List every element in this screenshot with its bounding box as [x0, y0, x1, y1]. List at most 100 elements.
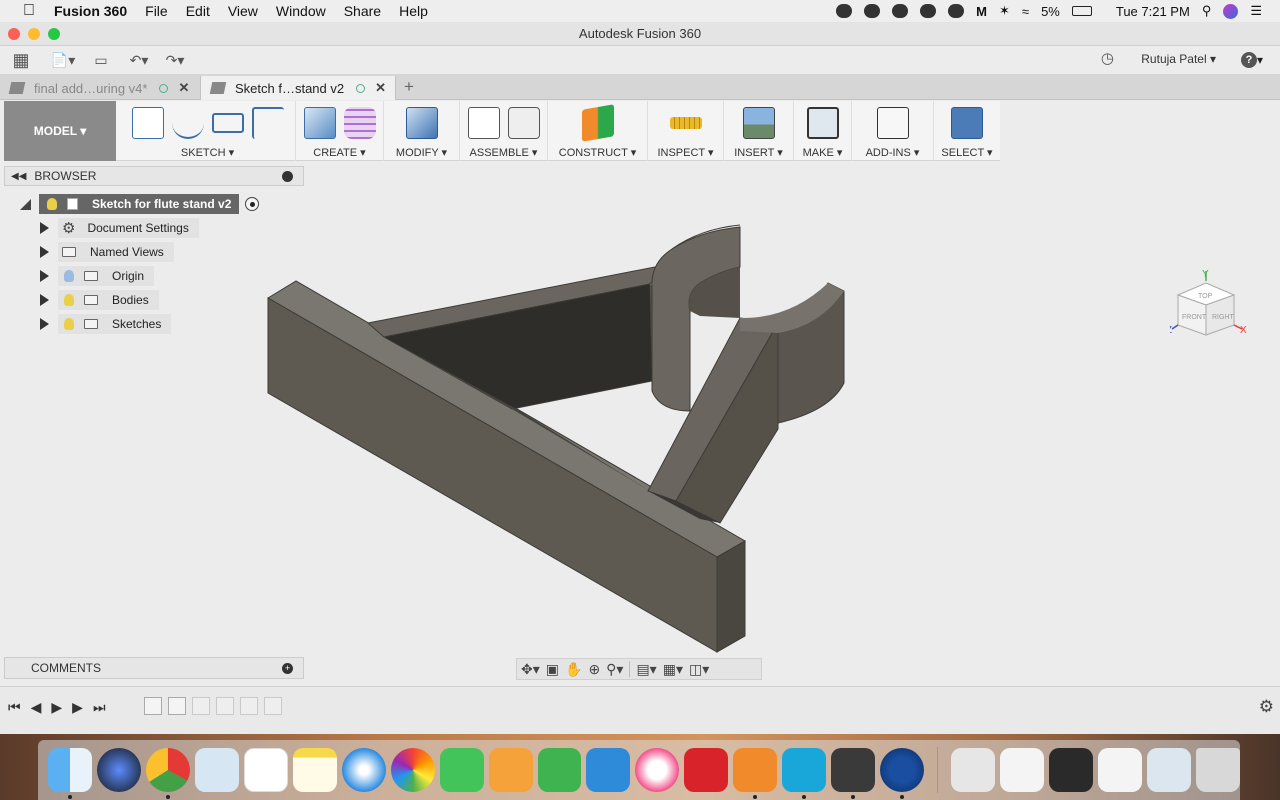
minimize-window-button[interactable] [28, 28, 40, 40]
menu-view[interactable]: View [228, 3, 258, 19]
expand-triangle-icon[interactable] [40, 246, 50, 258]
undo-icon[interactable]: ↶▾ [124, 48, 154, 72]
assemble-group[interactable]: ASSEMBLE ▾ [460, 101, 548, 161]
add-comment-icon[interactable]: + [282, 663, 293, 674]
timeline-sketch-icon[interactable] [240, 697, 258, 715]
select-icon[interactable] [951, 107, 983, 139]
go-to-end-icon[interactable]: ⏭ [93, 699, 106, 716]
timeline-sketch-icon[interactable] [144, 697, 162, 715]
visibility-bulb-icon[interactable] [64, 318, 74, 330]
viewports-icon[interactable]: ◫▾ [689, 661, 709, 678]
quicktime-icon[interactable] [880, 748, 925, 799]
creative-cloud-icon[interactable] [892, 4, 909, 18]
clock[interactable]: Tue 7:21 PM [1116, 4, 1190, 19]
visibility-bulb-icon[interactable] [64, 294, 74, 306]
add-ins-group[interactable]: ADD-INS ▾ [852, 101, 934, 161]
new-tab-button[interactable]: + [404, 77, 414, 97]
sketch-dimension-icon[interactable] [251, 107, 284, 139]
zoom-window-button[interactable] [48, 28, 60, 40]
measure-icon[interactable] [669, 117, 702, 129]
data-panel-grid-icon[interactable]: ▦ [6, 48, 36, 72]
view-cube-top-label[interactable]: TOP [1198, 293, 1213, 300]
flute-stand-body[interactable] [267, 224, 845, 653]
close-tab-icon[interactable]: ✕ [375, 80, 386, 96]
make-menu[interactable]: MAKE ▾ [794, 146, 851, 159]
spotlight-search-icon[interactable]: ⚲ [1202, 3, 1212, 19]
status-icon[interactable] [948, 4, 965, 18]
job-status-icon[interactable]: ◷ [1101, 49, 1114, 67]
preview-icon[interactable] [194, 748, 239, 792]
grid-settings-icon[interactable]: ▦▾ [663, 661, 683, 678]
workspace-switcher[interactable]: MODEL ▾ [4, 101, 116, 161]
timeline-settings-gear-icon[interactable]: ⚙ [1259, 697, 1274, 717]
modify-group[interactable]: MODIFY ▾ [384, 101, 460, 161]
display-settings-icon[interactable]: ▤▾ [636, 661, 656, 678]
calendar-icon[interactable] [243, 748, 288, 792]
create-sketch-icon[interactable] [131, 107, 164, 139]
inspect-menu[interactable]: INSPECT ▾ [648, 146, 723, 159]
downloads-stack-icon[interactable] [951, 748, 996, 792]
siri-icon[interactable] [1223, 3, 1239, 19]
model-canvas[interactable] [0, 161, 1280, 685]
photos-icon[interactable] [390, 748, 435, 792]
browser-node-origin[interactable]: Origin [40, 266, 155, 286]
save-icon[interactable]: ▭ [86, 48, 116, 72]
scripts-add-ins-icon[interactable] [876, 107, 909, 139]
keynote-icon[interactable] [586, 748, 631, 792]
browser-root-node[interactable]: Sketch for flute stand v2 [20, 194, 260, 214]
play-icon[interactable]: ▶ [51, 699, 62, 716]
browser-minimize-icon[interactable] [282, 171, 293, 182]
itunes-icon[interactable] [635, 748, 680, 792]
select-menu[interactable]: SELECT ▾ [934, 146, 1000, 159]
add-ins-menu[interactable]: ADD-INS ▾ [852, 146, 933, 159]
pan-hand-icon[interactable]: ✋ [565, 661, 582, 678]
notes-icon[interactable] [292, 748, 337, 792]
tab-sketch-flute-stand[interactable]: Sketch f…stand v2 ✕ [200, 76, 396, 100]
tab-final-add[interactable]: final add…uring v4* ✕ [8, 76, 189, 100]
autocad-icon[interactable] [684, 748, 729, 792]
siri-icon[interactable] [96, 748, 141, 792]
recent-document-icon[interactable] [1000, 748, 1045, 792]
menu-share[interactable]: Share [344, 3, 381, 19]
expand-triangle-icon[interactable] [40, 318, 50, 330]
finder-icon[interactable] [48, 748, 92, 799]
notification-center-icon[interactable]: ☰ [1250, 3, 1262, 19]
create-menu[interactable]: CREATE ▾ [296, 146, 383, 159]
menu-edit[interactable]: Edit [186, 3, 210, 19]
view-cube-front-label[interactable]: FRONT [1182, 314, 1207, 321]
menu-help[interactable]: Help [399, 3, 428, 19]
status-icon[interactable] [864, 4, 881, 18]
expand-triangle-icon[interactable] [40, 222, 50, 234]
step-forward-icon[interactable]: ▶ [72, 699, 83, 716]
browser-node-named-views[interactable]: Named Views [40, 242, 174, 262]
construct-group[interactable]: CONSTRUCT ▾ [548, 101, 648, 161]
status-icon[interactable] [836, 4, 853, 18]
file-menu-icon[interactable]: 📄▾ [48, 48, 78, 72]
comments-panel[interactable]: COMMENTS + [4, 657, 304, 679]
press-pull-icon[interactable] [405, 107, 438, 139]
app-menu[interactable]: Fusion 360 [54, 3, 127, 19]
3d-print-icon[interactable] [806, 107, 839, 139]
offset-plane-icon[interactable] [581, 104, 614, 142]
create-group[interactable]: CREATE ▾ [296, 101, 384, 161]
look-at-icon[interactable]: ▣ [546, 661, 559, 678]
recent-document-icon[interactable] [1146, 748, 1191, 792]
numbers-icon[interactable] [537, 748, 582, 792]
collapse-triangle-icon[interactable] [20, 198, 31, 210]
view-cube-right-label[interactable]: RIGHT [1212, 314, 1235, 321]
sketch-group[interactable]: SKETCH ▾ [120, 101, 296, 161]
visibility-bulb-icon[interactable] [47, 198, 57, 210]
canvas-viewport[interactable]: Y TOP FRONT RIGHT X Z [0, 161, 1280, 685]
recent-document-icon[interactable] [1049, 748, 1094, 792]
timeline-extrude-icon[interactable] [216, 697, 234, 715]
menu-window[interactable]: Window [276, 3, 326, 19]
malwarebytes-icon[interactable]: M [976, 4, 987, 19]
redo-icon[interactable]: ↷▾ [160, 48, 190, 72]
wifi-icon[interactable]: ≈ [1022, 4, 1029, 19]
battery-icon[interactable] [1071, 6, 1092, 16]
recent-document-icon[interactable] [1098, 748, 1142, 792]
user-account-menu[interactable]: Rutuja Patel ▾ [1141, 52, 1216, 66]
browser-panel-header[interactable]: ◀◀ BROWSER [4, 166, 304, 186]
browser-node-bodies[interactable]: Bodies [40, 290, 159, 310]
insert-group[interactable]: INSERT ▾ [724, 101, 794, 161]
